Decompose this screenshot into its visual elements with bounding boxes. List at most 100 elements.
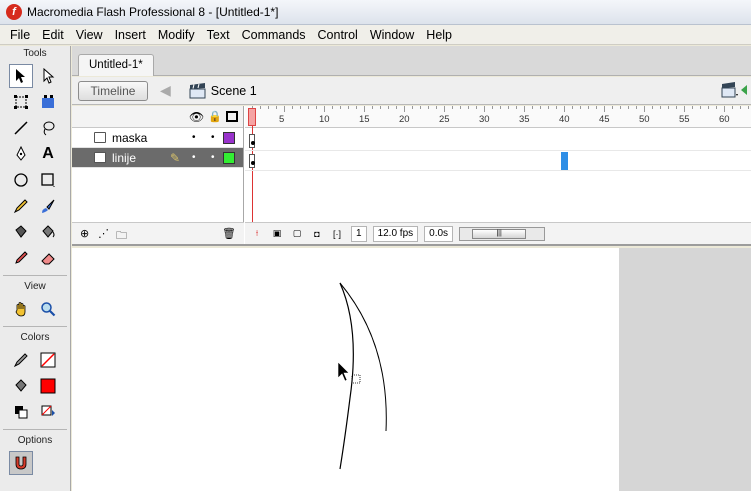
- pen-tool-icon[interactable]: [9, 142, 33, 166]
- menu-view[interactable]: View: [70, 26, 109, 44]
- selection-tool-icon[interactable]: [9, 64, 33, 88]
- lock-dot[interactable]: •: [211, 128, 215, 148]
- playhead[interactable]: [248, 108, 256, 126]
- colors-label: Colors: [20, 332, 50, 343]
- drawn-line-left[interactable]: [339, 282, 354, 470]
- edit-symbols-icon[interactable]: [739, 82, 751, 98]
- ruler-tick: [276, 106, 277, 109]
- zoom-tool-icon[interactable]: [36, 297, 60, 321]
- black-white-icon[interactable]: [9, 400, 33, 424]
- show-hide-all-eye-icon[interactable]: 👁: [189, 110, 204, 124]
- layer-row-linije[interactable]: linije ✎ • •: [72, 148, 243, 168]
- ruler-tick: [700, 106, 701, 109]
- pencil-tool-icon[interactable]: [9, 194, 33, 218]
- ink-bottle-tool-icon[interactable]: [9, 220, 33, 244]
- ruler-tick: [420, 106, 421, 109]
- add-motion-guide-icon[interactable]: ⋰: [98, 227, 109, 240]
- subselection-tool-icon[interactable]: [36, 64, 60, 88]
- visibility-dot[interactable]: •: [192, 128, 196, 148]
- ruler-tick: [428, 106, 429, 109]
- mouse-cursor-icon: [337, 361, 350, 382]
- lasso-tool-icon[interactable]: [36, 116, 60, 140]
- outline-all-icon[interactable]: [226, 111, 238, 122]
- menu-file[interactable]: File: [4, 26, 36, 44]
- menu-window[interactable]: Window: [364, 26, 420, 44]
- layer-footer: ⊕ ⋰ 🗀 🗑: [72, 222, 244, 244]
- menu-edit[interactable]: Edit: [36, 26, 70, 44]
- ruler-tick: [532, 106, 533, 109]
- fill-color-swatch[interactable]: [36, 374, 60, 398]
- frame-ruler[interactable]: 151015202530354045505560: [245, 106, 751, 128]
- scrollbar-thumb[interactable]: |||: [472, 228, 527, 239]
- tools-label: Tools: [23, 48, 47, 59]
- center-frame-icon[interactable]: ⟊: [249, 227, 265, 241]
- fill-color-bucket-icon: [9, 374, 33, 398]
- ruler-tick: [716, 106, 717, 109]
- stage-canvas[interactable]: [72, 248, 619, 491]
- paint-bucket-tool-icon[interactable]: [36, 220, 60, 244]
- menu-help[interactable]: Help: [420, 26, 458, 44]
- options-label: Options: [17, 435, 53, 446]
- ruler-tick: [516, 106, 517, 109]
- ruler-tick: [324, 106, 325, 112]
- menu-insert[interactable]: Insert: [109, 26, 152, 44]
- visibility-dot[interactable]: •: [192, 148, 196, 168]
- layer-panel: 👁 🔒 maska • • linije ✎ • • ⊕ ⋰ 🗀 🗑: [72, 106, 244, 244]
- frame-rate-field[interactable]: 12.0 fps: [372, 225, 419, 242]
- keyframe[interactable]: [249, 154, 255, 168]
- menu-modify[interactable]: Modify: [152, 26, 201, 44]
- snap-to-objects-icon[interactable]: [9, 451, 33, 475]
- rectangle-tool-icon[interactable]: [36, 168, 60, 192]
- timeline-toggle-button[interactable]: Timeline: [78, 80, 148, 101]
- line-tool-icon[interactable]: [9, 116, 33, 140]
- edit-multiple-frames-icon[interactable]: ◘: [309, 227, 325, 241]
- gradient-transform-tool-icon[interactable]: [36, 90, 60, 114]
- layer-header: 👁 🔒: [72, 106, 243, 128]
- menu-commands[interactable]: Commands: [236, 26, 312, 44]
- ruler-tick: [500, 106, 501, 109]
- brush-tool-icon[interactable]: [36, 194, 60, 218]
- delete-layer-trash-icon[interactable]: 🗑: [222, 227, 236, 240]
- lock-all-icon[interactable]: 🔒: [208, 110, 222, 123]
- oval-tool-icon[interactable]: [9, 168, 33, 192]
- ruler-tick: [460, 106, 461, 109]
- insert-layer-icon[interactable]: ⊕: [80, 227, 89, 240]
- layer-outline-color[interactable]: [223, 132, 235, 144]
- ruler-tick: [444, 106, 445, 112]
- drawn-line-right[interactable]: [339, 282, 387, 432]
- selected-frame-marker[interactable]: [561, 152, 568, 170]
- modify-onion-markers-icon[interactable]: [·]: [329, 227, 345, 241]
- swap-colors-icon[interactable]: [36, 400, 60, 424]
- ruler-tick: [380, 106, 381, 109]
- keyframe[interactable]: [249, 134, 255, 148]
- edit-scene-icon[interactable]: [721, 82, 739, 98]
- stroke-color-swatch[interactable]: [36, 348, 60, 372]
- ruler-tick: [524, 106, 525, 112]
- onion-skin-icon[interactable]: ▣: [269, 227, 285, 241]
- stroke-color-pencil-icon: [9, 348, 33, 372]
- eraser-tool-icon[interactable]: [36, 246, 60, 270]
- timeline-scrollbar[interactable]: |||: [459, 226, 546, 241]
- eyedropper-tool-icon[interactable]: [9, 246, 33, 270]
- onion-skin-outlines-icon[interactable]: ▢: [289, 227, 305, 241]
- layer-outline-color[interactable]: [223, 152, 235, 164]
- document-tab[interactable]: Untitled-1*: [78, 54, 154, 76]
- ruler-tick: [452, 106, 453, 109]
- menu-control[interactable]: Control: [312, 26, 364, 44]
- lock-dot[interactable]: •: [211, 148, 215, 168]
- layer-row-maska[interactable]: maska • •: [72, 128, 243, 148]
- back-arrow-icon[interactable]: ◀: [160, 82, 171, 99]
- free-transform-tool-icon[interactable]: [9, 90, 33, 114]
- text-tool-icon[interactable]: A: [36, 142, 60, 166]
- frame-row-linije[interactable]: [245, 151, 751, 171]
- frame-row-maska[interactable]: [245, 131, 751, 151]
- ruler-tick: [388, 106, 389, 109]
- ruler-tick: [572, 106, 573, 109]
- ruler-tick: [540, 106, 541, 109]
- cursor-snap-box: [351, 374, 361, 384]
- menu-text[interactable]: Text: [201, 26, 236, 44]
- hand-tool-icon[interactable]: [9, 297, 33, 321]
- ruler-tick: [564, 106, 565, 112]
- ruler-tick: [508, 106, 509, 109]
- insert-layer-folder-icon[interactable]: 🗀: [116, 227, 127, 246]
